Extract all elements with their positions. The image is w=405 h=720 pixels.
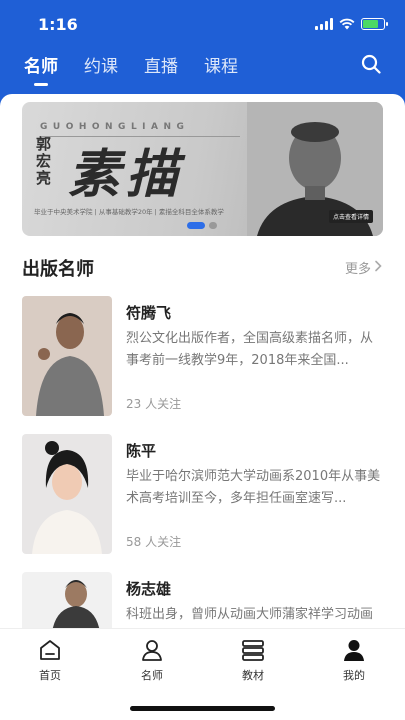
top-tabs: 名师 约课 直播 课程 xyxy=(24,52,238,77)
teacher-icon xyxy=(142,640,162,661)
teacher-photo xyxy=(22,572,112,628)
teacher-card[interactable]: 杨志雄 科班出身，曾师从动画大师蒲家祥学习动画设计... xyxy=(22,572,383,628)
banner-english-name: GUOHONGLIANG xyxy=(40,122,190,132)
teacher-name: 杨志雄 xyxy=(126,580,172,598)
tab-book-class[interactable]: 约课 xyxy=(84,52,118,77)
more-link[interactable]: 更多 xyxy=(345,258,371,277)
teacher-photo xyxy=(22,296,112,416)
search-icon[interactable] xyxy=(361,54,381,74)
banner-teacher-name: 郭宏亮 xyxy=(36,135,52,187)
main-content: GUOHONGLIANG 郭宏亮 素描 毕业于中央美术学院 | 从事基础教学20… xyxy=(0,94,405,628)
teacher-card[interactable]: 符腾飞 烈公文化出版作者，全国高级素描名师，从事考前一线教学9年，2018年来全… xyxy=(22,296,383,418)
carousel-indicator xyxy=(187,222,217,229)
status-bar: 1:16 xyxy=(0,14,405,38)
section-title: 出版名师 xyxy=(22,259,94,280)
tabbar-label: 我的 xyxy=(343,669,365,682)
follower-count: 58 人关注 xyxy=(126,535,182,549)
status-icons xyxy=(315,18,388,30)
banner-headline: 素描 xyxy=(68,144,185,205)
home-icon xyxy=(40,640,60,660)
teacher-description: 毕业于哈尔滨师范大学动画系2010年从事美术高考培训至今，多年担任画室速写... xyxy=(126,469,381,506)
tabbar-label: 名师 xyxy=(141,669,163,682)
teacher-photo xyxy=(22,434,112,554)
tab-live[interactable]: 直播 xyxy=(144,52,178,77)
tabbar-item-home[interactable]: 首页 xyxy=(20,637,80,683)
profile-icon xyxy=(344,640,364,661)
tab-famous-teachers[interactable]: 名师 xyxy=(24,52,58,77)
books-icon xyxy=(242,640,264,661)
chevron-right-icon[interactable] xyxy=(373,260,383,272)
tab-courses[interactable]: 课程 xyxy=(204,52,238,77)
teacher-name: 符腾飞 xyxy=(126,304,172,322)
banner-subtitle: 毕业于中央美术学院 | 从事基础教学20年 | 素描全科目全体系教学 xyxy=(34,208,224,216)
battery-icon xyxy=(361,18,388,30)
tabbar-label: 首页 xyxy=(39,669,61,682)
home-indicator xyxy=(130,706,275,711)
carousel-dot xyxy=(209,222,217,229)
teacher-name: 陈平 xyxy=(126,442,157,460)
tabbar-label: 教材 xyxy=(242,669,264,682)
tabbar-item-profile[interactable]: 我的 xyxy=(324,637,384,683)
banner-cta-button[interactable]: 点击查看详情 xyxy=(328,210,373,223)
tabbar-item-teachers[interactable]: 名师 xyxy=(122,637,182,683)
wifi-icon xyxy=(339,18,355,30)
tabbar-item-textbooks[interactable]: 教材 xyxy=(223,637,283,683)
status-time: 1:16 xyxy=(38,15,78,34)
promo-banner[interactable]: GUOHONGLIANG 郭宏亮 素描 毕业于中央美术学院 | 从事基础教学20… xyxy=(22,102,383,236)
teacher-description: 烈公文化出版作者，全国高级素描名师，从事考前一线教学9年，2018年来全国... xyxy=(126,331,374,368)
carousel-dot-active xyxy=(187,222,205,229)
follower-count: 23 人关注 xyxy=(126,397,182,411)
signal-icon xyxy=(315,18,333,30)
teacher-card[interactable]: 陈平 毕业于哈尔滨师范大学动画系2010年从事美术高考培训至今，多年担任画室速写… xyxy=(22,434,383,556)
teacher-description: 科班出身，曾师从动画大师蒲家祥学习动画设计... xyxy=(126,607,374,622)
